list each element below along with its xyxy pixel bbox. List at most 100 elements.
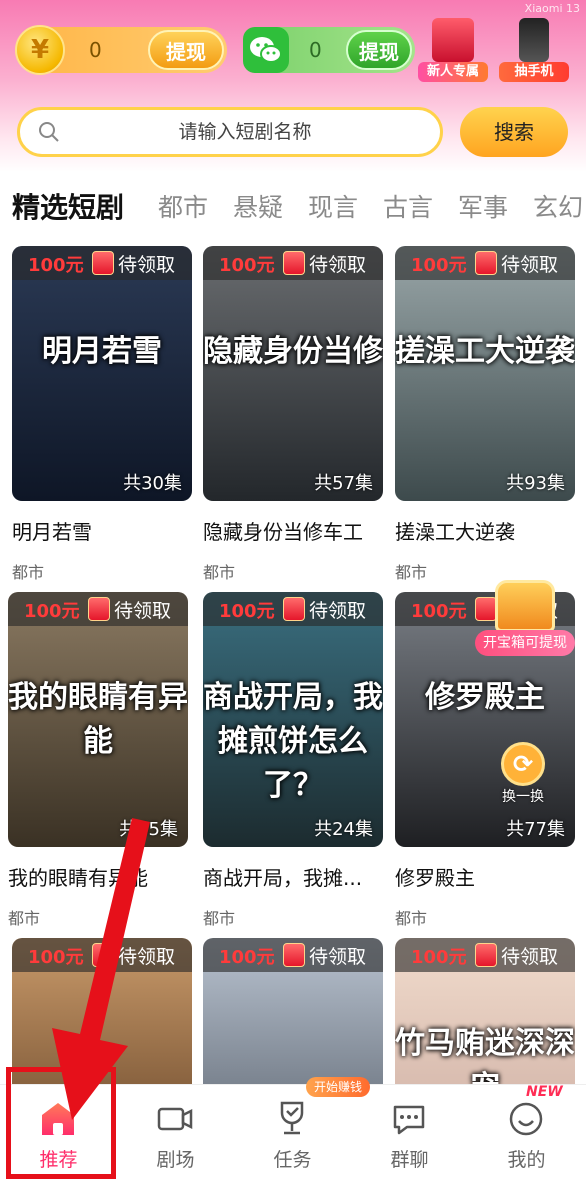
reward-status: 待领取 — [309, 600, 367, 622]
new-badge: NEW — [526, 1084, 563, 1100]
episode-count: 共77集 — [506, 819, 565, 840]
red-envelope-icon — [475, 943, 497, 967]
watermark: Xiaomi 13 — [524, 2, 580, 15]
red-envelope-icon — [88, 597, 110, 621]
wechat-withdraw-button[interactable]: 提现 — [346, 30, 412, 70]
drama-genre: 都市 — [203, 909, 236, 928]
reward-amount: 100元 — [219, 255, 275, 276]
drama-poster[interactable]: 明月若雪 100元 待领取 共30集 — [12, 246, 192, 501]
red-envelope-icon — [283, 943, 305, 967]
red-envelope-icon — [92, 251, 114, 275]
poster-title: 明月若雪 — [42, 334, 162, 369]
poster-title: 修罗殿主 — [425, 680, 545, 715]
drama-poster[interactable]: 搓澡工大逆袭 100元 待领取 共93集 — [395, 246, 575, 501]
search-button[interactable]: 搜索 — [460, 107, 568, 157]
drama-poster[interactable]: 隐藏身份当修 100元 待领取 共57集 — [203, 246, 383, 501]
phone-lottery-promo[interactable]: 抽手机 — [499, 18, 569, 82]
reward-status: 待领取 — [114, 600, 172, 622]
coin-value: 0 — [89, 38, 102, 62]
reward-status: 待领取 — [309, 946, 367, 968]
drama-title[interactable]: 明月若雪 — [12, 516, 198, 545]
drama-title[interactable]: 搓澡工大逆袭 — [395, 516, 581, 545]
drama-title[interactable]: 我的眼睛有异能 — [8, 862, 194, 891]
tab-fantasy[interactable]: 玄幻 — [533, 188, 583, 224]
highlight-box — [6, 1067, 116, 1179]
episode-count: 共57集 — [314, 473, 373, 494]
treasure-label: 开宝箱可提现 — [475, 630, 575, 656]
reward-status: 待领取 — [501, 254, 559, 276]
reward-status: 待领取 — [118, 254, 176, 276]
treasure-chest-icon — [495, 580, 555, 632]
drama-genre: 都市 — [12, 563, 45, 582]
reward-amount: 100元 — [24, 601, 80, 622]
reward-badge: 100元 待领取 — [203, 246, 383, 280]
red-envelope-icon — [283, 597, 305, 621]
reward-amount: 100元 — [28, 255, 84, 276]
tab-featured[interactable]: 精选短剧 — [12, 186, 124, 226]
wechat-value: 0 — [309, 38, 322, 62]
trophy-icon — [280, 1101, 304, 1135]
drama-title[interactable]: 修罗殿主 — [395, 862, 581, 891]
poster-title: 商战开局，我摊煎饼怎么了？ — [203, 680, 383, 803]
task-ribbon: 开始赚钱 — [306, 1077, 370, 1097]
reward-status: 待领取 — [118, 946, 176, 968]
header: Xiaomi 13 ¥ 0 提现 0 提现 新人专属 抽手机 请输入短剧名称 搜… — [0, 0, 586, 172]
coin-withdraw-button[interactable]: 提现 — [148, 30, 224, 70]
drama-poster[interactable]: 商战开局，我摊煎饼怎么了？ 100元 待领取 共24集 — [203, 592, 383, 847]
nav-theater-label: 剧场 — [156, 1149, 195, 1171]
wechat-balance: 0 提现 — [243, 27, 415, 73]
nav-theater[interactable]: 剧场 — [117, 1085, 234, 1181]
reward-status: 待领取 — [501, 946, 559, 968]
episode-count: 共24集 — [314, 819, 373, 840]
wechat-icon — [243, 27, 289, 73]
nav-tasks-label: 任务 — [273, 1149, 312, 1171]
reward-badge: 100元 待领取 — [12, 246, 192, 280]
reward-badge: 100元 待领取 — [203, 938, 383, 972]
episode-count: 共65集 — [119, 819, 178, 840]
red-envelope-icon — [432, 18, 474, 62]
reward-amount: 100元 — [411, 601, 467, 622]
drama-title[interactable]: 隐藏身份当修车工 — [203, 516, 389, 545]
reward-badge: 100元 待领取 — [395, 246, 575, 280]
reward-amount: 100元 — [28, 947, 84, 968]
poster-title: 隐藏身份当修 — [203, 334, 383, 369]
episode-count: 共30集 — [123, 473, 182, 494]
drama-genre: 都市 — [395, 563, 428, 582]
reward-amount: 100元 — [411, 255, 467, 276]
swap-label: 换一换 — [502, 789, 544, 805]
search-placeholder: 请输入短剧名称 — [178, 121, 312, 143]
tab-modern-romance[interactable]: 现言 — [308, 188, 358, 224]
drama-genre: 都市 — [203, 563, 236, 582]
search-input[interactable]: 请输入短剧名称 — [17, 107, 443, 157]
app-root: Xiaomi 13 ¥ 0 提现 0 提现 新人专属 抽手机 请输入短剧名称 搜… — [0, 0, 586, 1181]
newcomer-promo[interactable]: 新人专属 — [418, 18, 488, 82]
refresh-icon: ⟳ — [501, 742, 545, 786]
tab-ancient-romance[interactable]: 古言 — [383, 188, 433, 224]
reward-amount: 100元 — [219, 947, 275, 968]
tab-urban[interactable]: 都市 — [158, 188, 208, 224]
nav-tasks[interactable]: 任务 — [234, 1085, 351, 1181]
drama-poster[interactable]: 我的眼睛有异能 100元 待领取 共65集 — [8, 592, 188, 847]
reward-amount: 100元 — [219, 601, 275, 622]
red-envelope-icon — [283, 251, 305, 275]
profile-icon — [509, 1102, 543, 1136]
nav-group-chat[interactable]: 群聊 — [351, 1085, 468, 1181]
drama-title[interactable]: 商战开局，我摊... — [203, 862, 389, 891]
swap-button[interactable]: ⟳ 换一换 — [495, 742, 551, 806]
reward-status: 待领取 — [309, 254, 367, 276]
red-envelope-icon — [475, 251, 497, 275]
nav-profile-label: 我的 — [507, 1149, 546, 1171]
reward-badge: 100元 待领取 — [203, 592, 383, 626]
phone-lottery-label: 抽手机 — [499, 62, 569, 82]
reward-badge: 100元 待领取 — [8, 592, 188, 626]
treasure-box-button[interactable]: 开宝箱可提现 — [475, 580, 575, 670]
video-camera-icon — [157, 1107, 193, 1131]
red-envelope-icon — [92, 943, 114, 967]
tab-suspense[interactable]: 悬疑 — [233, 188, 283, 224]
poster-title: 我的眼睛有异能 — [8, 680, 188, 759]
reward-badge: 100元 待领取 — [395, 938, 575, 972]
reward-badge: 100元 待领取 — [12, 938, 192, 972]
drama-genre: 都市 — [8, 909, 41, 928]
tab-military[interactable]: 军事 — [458, 188, 508, 224]
yuan-coin-icon: ¥ — [15, 25, 65, 75]
